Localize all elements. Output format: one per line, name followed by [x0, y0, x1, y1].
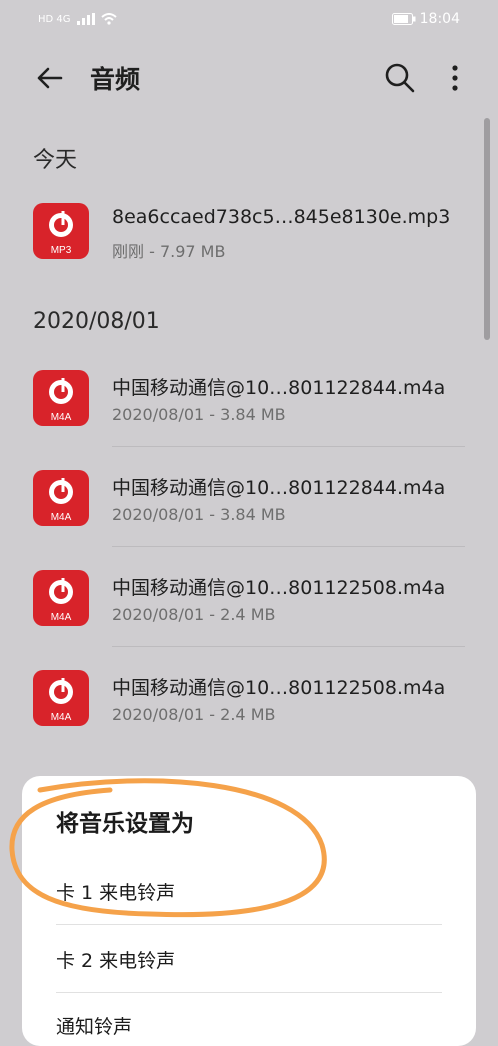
file-name: 中国移动通信@10…801122844.m4a	[112, 477, 446, 499]
sheet-item-notification-tone[interactable]: 通知铃声	[56, 1012, 132, 1039]
section-header-date: 2020/08/01	[33, 309, 160, 334]
row-divider	[112, 446, 465, 447]
file-meta: 刚刚 - 7.97 MB	[112, 242, 226, 261]
file-type-label: MP3	[51, 245, 72, 256]
file-name: 中国移动通信@10…801122508.m4a	[112, 677, 446, 699]
file-meta: 2020/08/01 - 2.4 MB	[112, 705, 276, 724]
music-file-icon: M4A	[33, 470, 89, 526]
sheet-divider	[56, 992, 442, 993]
music-note-icon: M4A	[49, 378, 73, 423]
music-file-icon: M4A	[33, 370, 89, 426]
search-icon[interactable]	[383, 61, 417, 95]
row-divider	[112, 546, 465, 547]
music-file-icon: M4A	[33, 570, 89, 626]
section-header-today: 今天	[33, 148, 78, 173]
music-note-icon: MP3	[49, 211, 73, 256]
file-row[interactable]: M4A 中国移动通信@10…801122508.m4a 2020/08/01 -…	[0, 653, 480, 753]
music-note-icon: M4A	[49, 678, 73, 723]
sheet-item-sim2-ringtone[interactable]: 卡 2 来电铃声	[56, 946, 175, 973]
app-bar: 音频	[0, 44, 498, 114]
file-meta: 2020/08/01 - 3.84 MB	[112, 505, 286, 524]
back-arrow-icon[interactable]	[33, 61, 67, 95]
scrollbar[interactable]	[484, 118, 490, 340]
file-row[interactable]: M4A 中国移动通信@10…801122508.m4a 2020/08/01 -…	[0, 553, 480, 653]
status-time: 18:04	[419, 11, 460, 27]
battery-icon	[391, 13, 416, 25]
row-divider	[112, 646, 465, 647]
page-title: 音频	[90, 65, 141, 94]
file-meta: 2020/08/01 - 2.4 MB	[112, 605, 276, 624]
music-note-icon: M4A	[49, 578, 73, 623]
more-vertical-icon[interactable]	[443, 61, 467, 95]
music-file-icon: MP3	[33, 203, 89, 259]
file-type-label: M4A	[51, 412, 72, 423]
music-note-icon: M4A	[49, 478, 73, 523]
file-name: 中国移动通信@10…801122844.m4a	[112, 377, 446, 399]
status-right: 18:04	[391, 11, 460, 27]
status-bar: HD 4G 18:04	[0, 0, 498, 38]
music-file-icon: M4A	[33, 670, 89, 726]
sheet-divider	[56, 924, 442, 925]
file-type-label: M4A	[51, 512, 72, 523]
sheet-item-sim1-ringtone[interactable]: 卡 1 来电铃声	[56, 878, 175, 905]
signal-icon	[76, 13, 95, 25]
file-type-label: M4A	[51, 712, 72, 723]
wifi-icon	[100, 13, 117, 25]
file-type-label: M4A	[51, 612, 72, 623]
file-row[interactable]: M4A 中国移动通信@10…801122844.m4a 2020/08/01 -…	[0, 353, 480, 453]
network-label: HD 4G	[38, 13, 71, 25]
file-row[interactable]: M4A 中国移动通信@10…801122844.m4a 2020/08/01 -…	[0, 453, 480, 553]
sheet-title: 将音乐设置为	[56, 811, 194, 837]
file-name: 8ea6ccaed738c5…845e8130e.mp3	[112, 206, 451, 228]
file-row[interactable]: MP3 8ea6ccaed738c5…845e8130e.mp3 刚刚 - 7.…	[0, 186, 480, 286]
file-meta: 2020/08/01 - 3.84 MB	[112, 405, 286, 424]
set-music-as-sheet: 将音乐设置为 卡 1 来电铃声 卡 2 来电铃声 通知铃声	[22, 776, 476, 1046]
file-name: 中国移动通信@10…801122508.m4a	[112, 577, 446, 599]
status-left: HD 4G	[38, 13, 117, 25]
